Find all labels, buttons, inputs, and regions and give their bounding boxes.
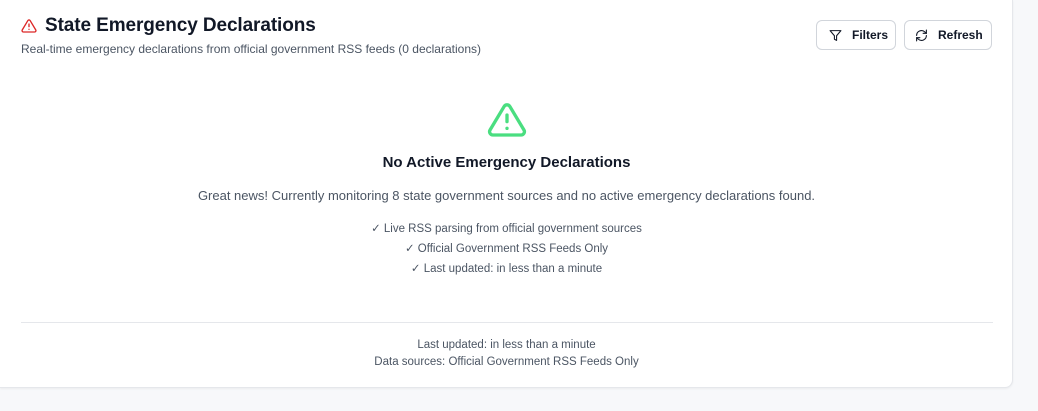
alert-triangle-icon bbox=[21, 18, 37, 34]
empty-state-title: No Active Emergency Declarations bbox=[382, 154, 631, 171]
status-checklist: ✓ Live RSS parsing from official governm… bbox=[0, 219, 1013, 279]
header-actions: Filters Refresh bbox=[816, 20, 992, 50]
page-subtitle: Real-time emergency declarations from of… bbox=[21, 42, 481, 56]
card-footer: Last updated: in less than a minute Data… bbox=[0, 337, 1013, 371]
empty-state-description: Great news! Currently monitoring 8 state… bbox=[197, 188, 816, 203]
footer-data-sources: Data sources: Official Government RSS Fe… bbox=[374, 356, 639, 368]
filters-button-label: Filters bbox=[852, 28, 889, 42]
status-check-item: ✓ Last updated: in less than a minute bbox=[410, 263, 603, 275]
page-title: State Emergency Declarations bbox=[45, 15, 316, 36]
alert-triangle-icon bbox=[0, 100, 1013, 140]
status-check-item: ✓ Live RSS parsing from official governm… bbox=[371, 223, 642, 235]
refresh-button[interactable]: Refresh bbox=[904, 20, 992, 50]
filter-icon bbox=[829, 29, 842, 42]
title-row: State Emergency Declarations bbox=[21, 15, 481, 37]
footer-divider bbox=[21, 322, 993, 323]
refresh-icon bbox=[915, 29, 928, 42]
footer-last-updated: Last updated: in less than a minute bbox=[417, 339, 596, 351]
refresh-button-label: Refresh bbox=[938, 28, 983, 42]
status-check-item: ✓ Official Government RSS Feeds Only bbox=[404, 243, 609, 255]
empty-state: No Active Emergency Declarations Great n… bbox=[0, 100, 1013, 279]
filters-button[interactable]: Filters bbox=[816, 20, 896, 50]
card-header: State Emergency Declarations Real-time e… bbox=[21, 15, 481, 56]
emergency-declarations-card: State Emergency Declarations Real-time e… bbox=[0, 0, 1013, 388]
